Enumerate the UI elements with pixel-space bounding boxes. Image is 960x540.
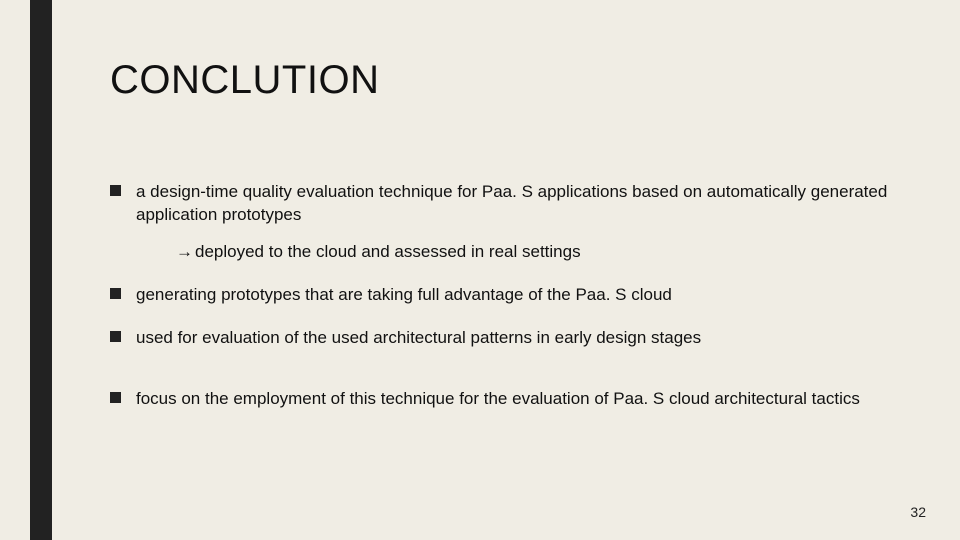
square-bullet-icon bbox=[110, 288, 121, 299]
bullet-item: a design-time quality evaluation techniq… bbox=[110, 181, 910, 264]
bullet-item: focus on the employment of this techniqu… bbox=[110, 388, 910, 411]
square-bullet-icon bbox=[110, 392, 121, 403]
page-number: 32 bbox=[910, 504, 926, 520]
bullet-text: focus on the employment of this techniqu… bbox=[136, 389, 860, 408]
sub-bullet: →deployed to the cloud and assessed in r… bbox=[176, 241, 910, 264]
bullet-text: a design-time quality evaluation techniq… bbox=[136, 182, 887, 224]
bullet-item: used for evaluation of the used architec… bbox=[110, 327, 910, 350]
slide-content: CONCLUTION a design-time quality evaluat… bbox=[110, 58, 910, 431]
arrow-icon: → bbox=[176, 241, 193, 264]
bullet-list: a design-time quality evaluation techniq… bbox=[110, 181, 910, 411]
bullet-text: generating prototypes that are taking fu… bbox=[136, 285, 672, 304]
accent-stripe bbox=[30, 0, 52, 540]
square-bullet-icon bbox=[110, 185, 121, 196]
bullet-item: generating prototypes that are taking fu… bbox=[110, 284, 910, 307]
bullet-text: used for evaluation of the used architec… bbox=[136, 328, 701, 347]
slide-title: CONCLUTION bbox=[110, 58, 910, 103]
sub-bullet-text: deployed to the cloud and assessed in re… bbox=[195, 242, 581, 261]
square-bullet-icon bbox=[110, 331, 121, 342]
